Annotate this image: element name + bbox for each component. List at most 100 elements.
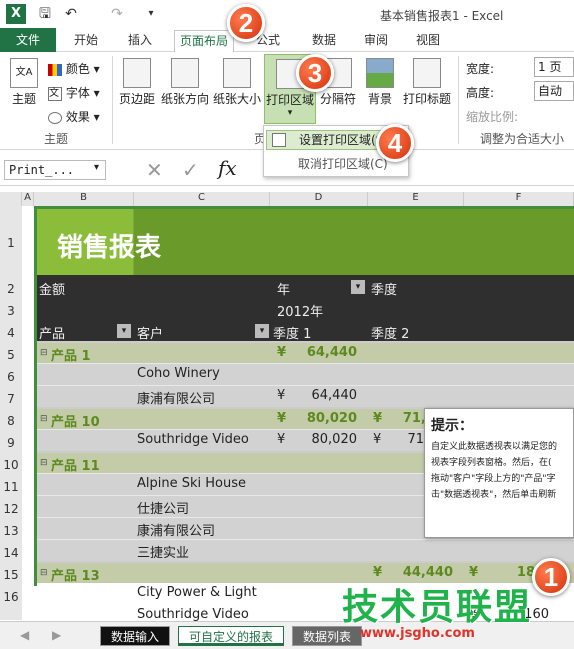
row-header[interactable]: 5 (0, 348, 22, 362)
sheet-tab-data-entry[interactable]: 数据输入 (100, 626, 171, 646)
row-header[interactable]: 11 (0, 480, 22, 494)
report-row: 三捷实业 (37, 539, 574, 561)
tab-view[interactable]: 视图 (416, 31, 440, 51)
watermark-url: www.jsgho.com (360, 626, 475, 641)
pivot-header: 金额 年 ▾ 季度 2012年 产品 ▾ 客户 ▾ 季度 1 季度 2 (37, 275, 574, 342)
row-header[interactable]: 12 (0, 502, 22, 516)
select-all-corner[interactable] (0, 192, 22, 206)
year-filter-icon[interactable]: ▾ (351, 280, 365, 294)
orientation-label: 纸张方向 (160, 92, 209, 106)
prev-sheet-icon[interactable]: ◀ (20, 628, 29, 642)
row-header[interactable]: 1 (0, 236, 22, 250)
customize-qat-icon[interactable]: ▾ (142, 5, 160, 23)
next-sheet-icon[interactable]: ▶ (52, 628, 61, 642)
print-titles-button[interactable]: 打印标题 (402, 58, 452, 107)
tab-data[interactable]: 数据 (312, 31, 336, 51)
row-header[interactable]: 7 (0, 392, 22, 406)
margins-button[interactable]: 页边距 (118, 58, 156, 107)
row-header[interactable]: 10 (0, 458, 22, 472)
worksheet-grid[interactable]: A B C D E F 1 2 3 4 5 6 7 8 9 10 11 12 13 14 15 16 销售报表… (0, 192, 574, 627)
product-header: 产品 (39, 327, 66, 342)
effects-button[interactable]: 效果 ▾ (48, 108, 100, 125)
collapse-icon[interactable]: ⊟ (40, 458, 48, 468)
collapse-icon[interactable]: ⊟ (40, 568, 48, 578)
column-header-e[interactable]: E (368, 192, 464, 206)
row-header[interactable]: 8 (0, 414, 22, 428)
row-header[interactable]: 3 (0, 304, 22, 318)
row-header[interactable]: 16 (0, 590, 22, 604)
print-titles-label: 打印标题 (402, 92, 451, 106)
customer-label: Southridge Video (137, 607, 249, 622)
sheet-tab-custom-report[interactable]: 可自定义的报表 (178, 626, 285, 646)
tab-insert[interactable]: 插入 (128, 31, 152, 51)
background-icon (366, 58, 394, 88)
ribbon-separator (458, 56, 459, 144)
undo-icon[interactable]: ↶ (62, 5, 80, 23)
enter-icon[interactable]: ✓ (182, 158, 199, 182)
row-header[interactable]: 9 (0, 436, 22, 450)
name-box-dropdown-icon[interactable]: ▾ (94, 162, 99, 173)
year-value: 2012年 (277, 305, 324, 320)
set-print-area-icon (272, 133, 286, 147)
tab-file[interactable]: 文件 (0, 28, 56, 52)
customer-header: 客户 (137, 327, 164, 342)
column-header-f[interactable]: F (464, 192, 574, 206)
size-button[interactable]: 纸张大小 (212, 58, 262, 107)
row-header[interactable]: 6 (0, 370, 22, 384)
quarter-header: 季度 (371, 283, 398, 298)
amount-header: 金额 (39, 283, 66, 298)
currency-symbol: ¥ (277, 388, 286, 403)
column-header-c[interactable]: C (134, 192, 270, 206)
product-group-label: 产品 13 (51, 569, 100, 584)
redo-icon[interactable]: ↷ (108, 5, 126, 23)
tab-home[interactable]: 开始 (74, 31, 98, 51)
themes-button[interactable]: 文A 主题 (6, 58, 42, 107)
paper-size-icon (223, 58, 251, 88)
tip-line: 视表字段列表窗格。然后，在( (431, 458, 552, 468)
step-badge-1: 1 (532, 558, 570, 596)
collapse-icon[interactable]: ⊟ (40, 414, 48, 424)
orientation-button[interactable]: 纸张方向 (160, 58, 210, 107)
cancel-icon[interactable]: ✕ (146, 158, 163, 182)
name-box[interactable]: Print_... (4, 160, 106, 180)
customer-label: Coho Winery (137, 366, 220, 381)
column-header-b[interactable]: B (34, 192, 134, 206)
step-badge-3: 3 (296, 54, 334, 92)
currency-symbol: ¥ (277, 432, 286, 447)
save-icon[interactable]: 🖫 (36, 5, 54, 23)
collapse-icon[interactable]: ⊟ (40, 348, 48, 358)
customer-filter-icon[interactable]: ▾ (255, 324, 269, 338)
background-button[interactable]: 背景 (362, 58, 398, 107)
step-badge-2: 2 (227, 4, 265, 42)
product-group-label: 产品 11 (51, 459, 100, 474)
report-row: 康浦有限公司 ¥64,440 (37, 385, 574, 407)
step-badge-4: 4 (376, 124, 414, 162)
column-header-a[interactable]: A (22, 192, 34, 206)
row-header[interactable]: 2 (0, 282, 22, 296)
tab-review[interactable]: 审阅 (364, 31, 388, 51)
pivot-tip-box: 提示： 自定义此数据透视表以满足您的 视表字段列表窗格。然后，在( 拖动"客户"… (424, 408, 574, 538)
currency-symbol: ¥ (373, 432, 382, 447)
row-header[interactable]: 15 (0, 568, 22, 582)
year-header: 年 (277, 283, 291, 298)
effects-label: 效果 (65, 110, 90, 124)
margins-label: 页边距 (118, 92, 155, 106)
insert-function-icon[interactable]: fx (218, 156, 237, 180)
height-select[interactable]: 自动 (534, 81, 574, 101)
row-header[interactable]: 14 (0, 546, 22, 560)
tab-page-layout[interactable]: 页面布局 (174, 30, 235, 52)
product-filter-icon[interactable]: ▾ (117, 324, 131, 338)
product-group-label: 产品 1 (51, 349, 91, 364)
row-header[interactable]: 4 (0, 326, 22, 340)
colors-button[interactable]: 颜色 ▾ (48, 60, 100, 77)
customer-label: City Power & Light (137, 585, 257, 600)
column-header-d[interactable]: D (270, 192, 368, 206)
q1-value: 64,440 (306, 345, 357, 360)
fonts-button[interactable]: 文 字体 ▾ (48, 84, 100, 101)
fonts-icon: 文 (48, 86, 62, 101)
currency-symbol: ¥ (277, 411, 287, 426)
tip-line: 拖动"客户"字段上方的"产品"字 (431, 474, 556, 484)
width-select[interactable]: 1 页 (534, 57, 574, 77)
customer-label: 仕捷公司 (137, 502, 190, 517)
row-header[interactable]: 13 (0, 524, 22, 538)
